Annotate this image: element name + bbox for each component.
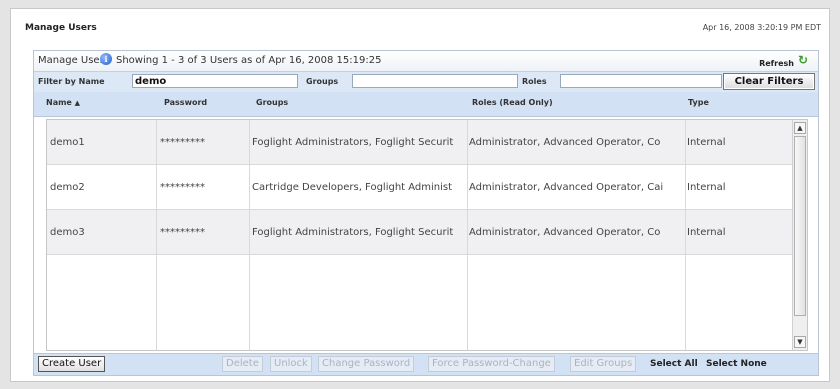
cell-groups: Foglight Administrators, Foglight Securi… [250, 120, 468, 165]
column-header-type[interactable]: Type [688, 98, 709, 107]
status-text: Showing 1 - 3 of 3 Users as of Apr 16, 2… [116, 55, 382, 66]
cell-name: demo1 [47, 120, 157, 165]
refresh-icon[interactable]: ↻ [798, 54, 810, 66]
scroll-down-icon[interactable]: ▼ [794, 336, 806, 348]
panel-header: Manage Users i Showing 1 - 3 of 3 Users … [34, 51, 818, 71]
filter-name-input[interactable] [132, 74, 298, 88]
page-title: Manage Users [25, 23, 97, 33]
cell-name: demo2 [47, 165, 157, 210]
filter-groups-input[interactable] [352, 74, 518, 88]
filter-bar: Filter by Name Groups Roles Clear Filter… [34, 71, 818, 93]
cell-name: demo3 [47, 210, 157, 255]
vertical-scrollbar[interactable]: ▲ ▼ [792, 120, 807, 350]
table-row[interactable]: demo1 ********* Foglight Administrators,… [47, 120, 807, 165]
cell-type: Internal [687, 137, 726, 148]
table-row[interactable]: demo3 ********* Foglight Administrators,… [47, 210, 807, 255]
cell-type: Internal [687, 182, 726, 193]
table-row[interactable]: demo2 ********* Cartridge Developers, Fo… [47, 165, 807, 210]
cell-roles: Administrator, Advanced Operator, Co [468, 210, 686, 255]
sort-ascending-icon: ▲ [74, 99, 81, 107]
column-header-name[interactable]: Name ▲ [46, 98, 80, 107]
force-password-change-button[interactable]: Force Password-Change [428, 356, 555, 372]
column-header-roles[interactable]: Roles (Read Only) [472, 98, 553, 107]
delete-button[interactable]: Delete [222, 356, 263, 372]
select-all-link[interactable]: Select All [650, 359, 698, 369]
filter-roles-label: Roles [522, 77, 547, 86]
edit-groups-button[interactable]: Edit Groups [570, 356, 637, 372]
scrollbar-thumb[interactable] [794, 136, 806, 316]
cell-password: ********* [157, 165, 250, 210]
cell-groups: Cartridge Developers, Foglight Administ [250, 165, 468, 210]
cell-roles: Administrator, Advanced Operator, Cai [468, 165, 686, 210]
scroll-up-icon[interactable]: ▲ [794, 122, 806, 134]
unlock-button[interactable]: Unlock [270, 356, 312, 372]
users-grid: demo1 ********* Foglight Administrators,… [46, 119, 808, 351]
column-name-label: Name [46, 98, 72, 107]
page-timestamp: Apr 16, 2008 3:20:19 PM EDT [702, 23, 821, 32]
cell-groups: Foglight Administrators, Foglight Securi… [250, 210, 468, 255]
cell-password: ********* [157, 210, 250, 255]
cell-password: ********* [157, 120, 250, 165]
info-icon[interactable]: i [100, 53, 112, 65]
create-user-button[interactable]: Create User [38, 356, 106, 372]
manage-users-page: Manage Users Apr 16, 2008 3:20:19 PM EDT… [10, 8, 830, 382]
refresh-link[interactable]: Refresh [759, 59, 794, 68]
change-password-button[interactable]: Change Password [318, 356, 415, 372]
cell-type: Internal [687, 227, 726, 238]
filter-name-label: Filter by Name [38, 77, 105, 86]
grid-header: Name ▲ Password Groups Roles (Read Only)… [34, 92, 818, 117]
manage-users-panel: Manage Users i Showing 1 - 3 of 3 Users … [33, 50, 819, 376]
cell-roles: Administrator, Advanced Operator, Co [468, 120, 686, 165]
filter-groups-label: Groups [306, 77, 339, 86]
column-header-groups[interactable]: Groups [256, 98, 288, 107]
clear-filters-button[interactable]: Clear Filters [723, 73, 815, 90]
column-header-password[interactable]: Password [164, 98, 207, 107]
select-none-link[interactable]: Select None [706, 359, 767, 369]
action-toolbar: Create User Delete Unlock Change Passwor… [34, 353, 818, 375]
panel-title: Manage Users [38, 55, 109, 66]
filter-roles-input[interactable] [560, 74, 722, 88]
